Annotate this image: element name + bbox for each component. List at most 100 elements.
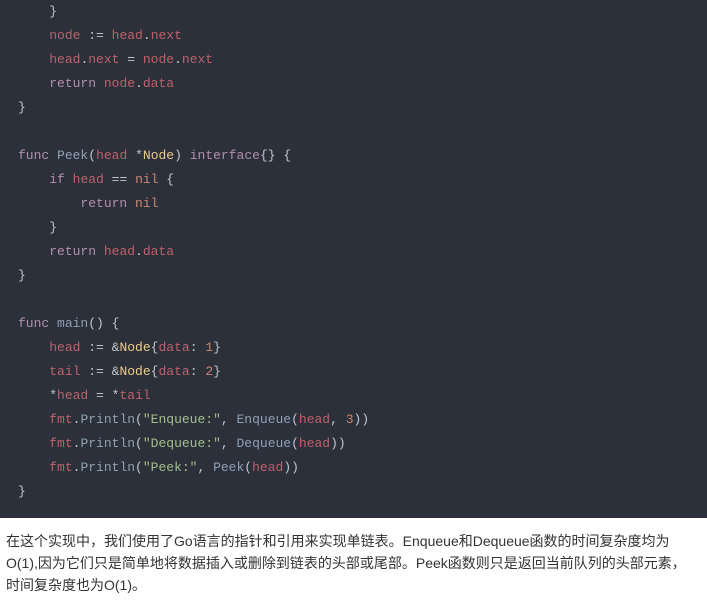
code-line: fmt.Println("Peek:", Peek(head)) bbox=[18, 456, 689, 480]
code-line: fmt.Println("Enqueue:", Enqueue(head, 3)… bbox=[18, 408, 689, 432]
code-token: node bbox=[49, 28, 80, 43]
code-line: if head == nil { bbox=[18, 168, 689, 192]
code-token: head bbox=[112, 28, 143, 43]
code-token: fmt bbox=[49, 436, 72, 451]
code-line: return head.data bbox=[18, 240, 689, 264]
code-token: Enqueue bbox=[236, 412, 291, 427]
code-token: . bbox=[135, 244, 143, 259]
code-token: next bbox=[182, 52, 213, 67]
code-token: Node bbox=[119, 364, 150, 379]
code-token: ( bbox=[135, 460, 143, 475]
code-token: := & bbox=[80, 340, 119, 355]
code-token: head bbox=[96, 148, 127, 163]
code-token: := & bbox=[80, 364, 119, 379]
code-token: head bbox=[57, 388, 88, 403]
code-token: 2 bbox=[205, 364, 213, 379]
code-token bbox=[96, 76, 104, 91]
code-token: * bbox=[127, 148, 143, 163]
code-token: tail bbox=[119, 388, 150, 403]
code-token: { bbox=[158, 172, 174, 187]
code-token: fmt bbox=[49, 412, 72, 427]
code-token: Println bbox=[80, 436, 135, 451]
code-token: next bbox=[151, 28, 182, 43]
code-token: main bbox=[57, 316, 88, 331]
code-line: func main() { bbox=[18, 312, 689, 336]
code-line: head := &Node{data: 1} bbox=[18, 336, 689, 360]
code-token: , bbox=[221, 412, 237, 427]
code-token: head bbox=[104, 244, 135, 259]
explanation-paragraph: 在这个实现中，我们使用了Go语言的指针和引用来实现单链表。Enqueue和Deq… bbox=[0, 518, 707, 600]
code-token: ( bbox=[244, 460, 252, 475]
code-token: head bbox=[252, 460, 283, 475]
code-token bbox=[18, 124, 26, 139]
code-line: head.next = node.next bbox=[18, 48, 689, 72]
code-line: } bbox=[18, 0, 689, 24]
code-token: , bbox=[330, 412, 346, 427]
code-line bbox=[18, 288, 689, 312]
code-line: fmt.Println("Dequeue:", Dequeue(head)) bbox=[18, 432, 689, 456]
code-token: head bbox=[49, 52, 80, 67]
code-token: = * bbox=[88, 388, 119, 403]
code-line: node := head.next bbox=[18, 24, 689, 48]
code-line: func Peek(head *Node) interface{} { bbox=[18, 144, 689, 168]
code-token: interface bbox=[190, 148, 260, 163]
code-token: )) bbox=[283, 460, 299, 475]
code-token: Node bbox=[143, 148, 174, 163]
code-token bbox=[18, 292, 26, 307]
code-token: Println bbox=[80, 460, 135, 475]
code-token: } bbox=[18, 484, 26, 499]
code-line: *head = *tail bbox=[18, 384, 689, 408]
code-token: "Enqueue:" bbox=[143, 412, 221, 427]
code-token: "Peek:" bbox=[143, 460, 198, 475]
code-line: } bbox=[18, 216, 689, 240]
code-token: "Dequeue:" bbox=[143, 436, 221, 451]
code-token: } bbox=[213, 364, 221, 379]
code-token: ) bbox=[174, 148, 190, 163]
code-token: . bbox=[135, 76, 143, 91]
code-token: node bbox=[104, 76, 135, 91]
code-token: 3 bbox=[346, 412, 354, 427]
code-token: } bbox=[49, 4, 57, 19]
code-token: fmt bbox=[49, 460, 72, 475]
code-token: := bbox=[80, 28, 111, 43]
code-token: head bbox=[49, 340, 80, 355]
code-token bbox=[49, 148, 57, 163]
code-token bbox=[96, 244, 104, 259]
code-token: ( bbox=[291, 436, 299, 451]
code-token: * bbox=[49, 388, 57, 403]
code-token: return bbox=[80, 196, 127, 211]
code-token: node bbox=[143, 52, 174, 67]
explanation-text: 在这个实现中，我们使用了Go语言的指针和引用来实现单链表。Enqueue和Deq… bbox=[6, 533, 686, 593]
code-token: )) bbox=[330, 436, 346, 451]
code-line: } bbox=[18, 264, 689, 288]
code-token: nil bbox=[135, 196, 158, 211]
code-token: Dequeue bbox=[236, 436, 291, 451]
code-token: ( bbox=[88, 148, 96, 163]
code-token: , bbox=[221, 436, 237, 451]
code-token: nil bbox=[135, 172, 158, 187]
code-token: } bbox=[18, 268, 26, 283]
code-token: {} { bbox=[260, 148, 291, 163]
code-token: ( bbox=[135, 412, 143, 427]
code-token: )) bbox=[354, 412, 370, 427]
code-token bbox=[65, 172, 73, 187]
code-token: data bbox=[158, 364, 189, 379]
code-line: return node.data bbox=[18, 72, 689, 96]
code-token: ( bbox=[291, 412, 299, 427]
code-token: if bbox=[49, 172, 65, 187]
code-token: Peek bbox=[213, 460, 244, 475]
code-token: tail bbox=[49, 364, 80, 379]
code-token: 1 bbox=[205, 340, 213, 355]
code-token: : bbox=[190, 364, 206, 379]
code-line: return nil bbox=[18, 192, 689, 216]
code-token: return bbox=[49, 76, 96, 91]
code-token: head bbox=[299, 412, 330, 427]
code-token: , bbox=[197, 460, 213, 475]
code-token: . bbox=[174, 52, 182, 67]
code-token: ( bbox=[135, 436, 143, 451]
code-token: data bbox=[143, 244, 174, 259]
code-block: } node := head.next head.next = node.nex… bbox=[0, 0, 707, 518]
code-token: data bbox=[158, 340, 189, 355]
code-token: func bbox=[18, 316, 49, 331]
code-token: func bbox=[18, 148, 49, 163]
